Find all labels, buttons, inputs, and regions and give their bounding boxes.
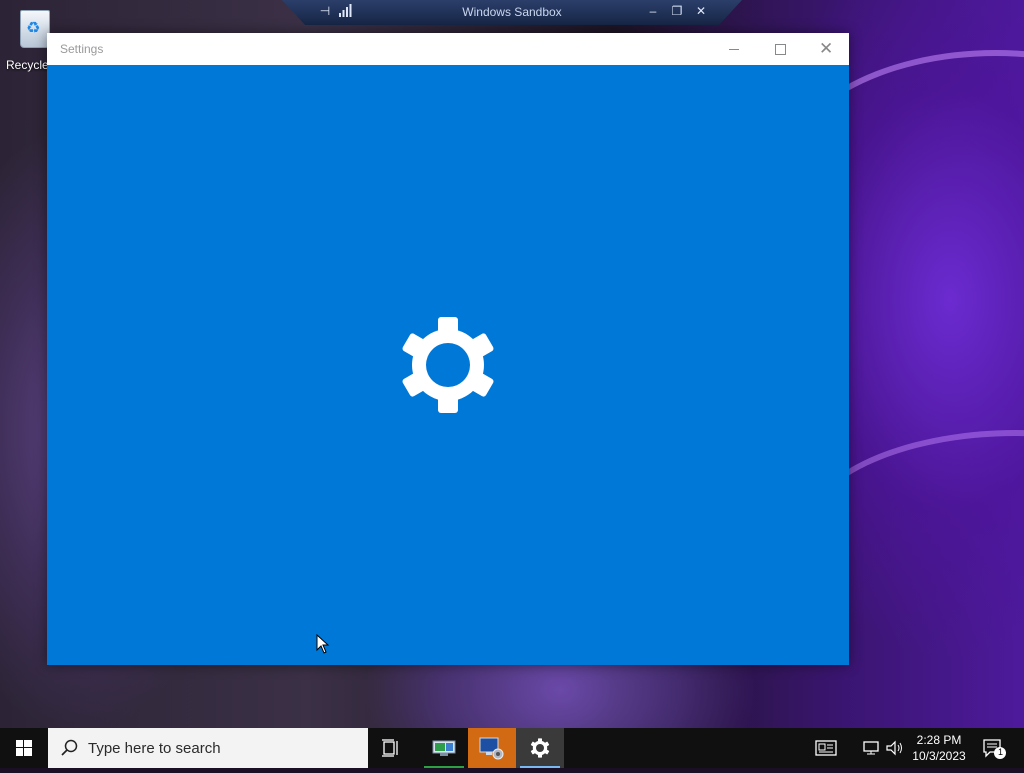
- clock-time: 2:28 PM: [916, 733, 962, 747]
- gear-icon: [402, 317, 494, 413]
- minimize-icon: [729, 49, 739, 50]
- taskbar-app-settings[interactable]: [516, 728, 564, 768]
- window-titlebar[interactable]: Settings ✕: [47, 33, 849, 65]
- remote-desktop-icon: [479, 737, 504, 760]
- taskbar: Type here to search 2:28 PM 10/3/2023 1: [0, 728, 1024, 768]
- minimize-icon[interactable]: –: [646, 4, 660, 18]
- gear-icon: [530, 738, 550, 758]
- maximize-button[interactable]: [757, 33, 803, 65]
- news-icon[interactable]: [815, 738, 837, 758]
- maximize-icon: [775, 44, 786, 55]
- network-icon[interactable]: [860, 738, 882, 758]
- start-button[interactable]: [0, 728, 48, 768]
- windows-logo-icon: [16, 740, 32, 756]
- close-icon[interactable]: ✕: [694, 4, 708, 18]
- settings-window: Settings ✕: [47, 33, 849, 665]
- clock[interactable]: 2:28 PM 10/3/2023: [904, 732, 974, 764]
- search-box[interactable]: Type here to search: [48, 728, 368, 768]
- close-button[interactable]: ✕: [803, 33, 849, 65]
- mouse-cursor: [316, 634, 330, 654]
- sandbox-connection-bar: ⊣ Windows Sandbox – ❐ ✕: [282, 0, 742, 25]
- window-title: Settings: [60, 42, 104, 56]
- task-view-button[interactable]: [368, 728, 416, 768]
- close-icon: ✕: [819, 39, 834, 58]
- minimize-button[interactable]: [711, 33, 757, 65]
- action-center-button[interactable]: 1: [982, 738, 1008, 760]
- clock-date: 10/3/2023: [912, 749, 966, 763]
- taskbar-app-remote[interactable]: [468, 728, 516, 768]
- search-placeholder: Type here to search: [88, 740, 221, 757]
- network-app-icon: [432, 740, 456, 756]
- notification-icon: [983, 739, 1006, 759]
- task-view-icon: [382, 739, 398, 757]
- volume-icon[interactable]: [884, 738, 906, 758]
- notification-count: 1: [997, 747, 1003, 757]
- taskbar-app-network[interactable]: [420, 728, 468, 768]
- restore-icon[interactable]: ❐: [670, 4, 684, 18]
- search-icon: [61, 739, 78, 756]
- recycle-bin-icon: [20, 10, 50, 48]
